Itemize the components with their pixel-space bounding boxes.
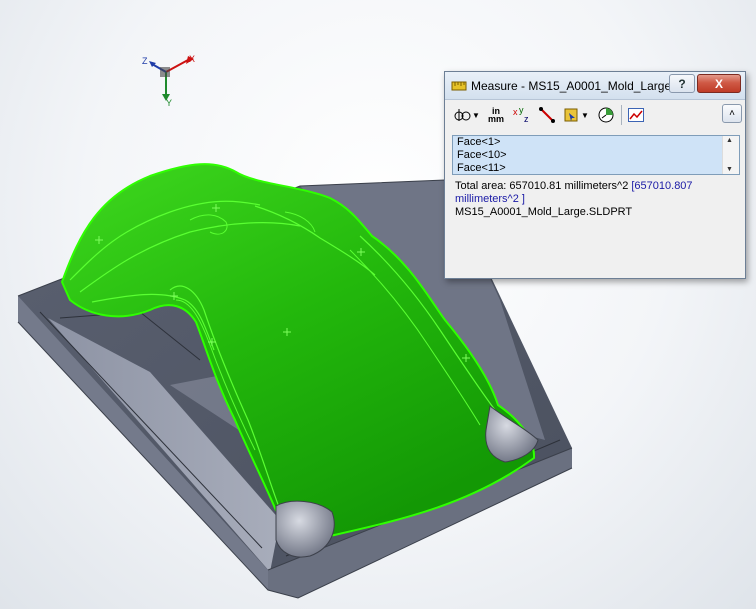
point-to-point-icon [539,107,555,123]
dropdown-arrow-icon: ▼ [472,110,480,120]
dropdown-arrow-icon: ▼ [581,110,589,120]
measure-toolbar: ▼ in mm x y z ▼ ˄ [451,102,742,128]
measure-icon [451,81,467,91]
measure-dialog[interactable]: Measure - MS15_A0001_Mold_Large ? X ▼ in… [444,71,746,279]
scroll-up-icon[interactable]: ▲ [726,137,733,144]
list-item[interactable]: Face<1> [453,136,739,149]
svg-text:z: z [524,114,529,124]
units-mm-label: mm [487,114,504,124]
list-item[interactable]: Face<10> [453,149,739,162]
file-name: MS15_A0001_Mold_Large.SLDPRT [455,206,633,218]
help-button[interactable]: ? [669,74,695,93]
sensor-graph-icon [628,108,644,122]
coordinate-system-icon [564,108,578,122]
arc-measure-icon [454,109,471,121]
close-button[interactable]: X [697,74,741,93]
axis-label-y: Y [166,98,172,108]
list-item[interactable]: Face<11> [453,162,739,174]
history-button[interactable] [595,104,617,126]
point-to-point-button[interactable] [536,104,558,126]
total-area-value: Total area: 657010.81 millimeters^2 [455,180,629,192]
scroll-down-icon[interactable]: ▼ [726,166,733,173]
measure-results: Total area: 657010.81 millimeters^2 [657… [455,180,735,219]
axis-label-x: X [189,54,195,64]
dialog-titlebar[interactable]: Measure - MS15_A0001_Mold_Large ? X [445,72,745,100]
selection-list[interactable]: Face<1> Face<10> Face<11> ▲ ▼ [452,135,740,175]
create-sensor-button[interactable] [625,104,647,126]
collapse-button[interactable]: ˄ [722,104,742,123]
toolbar-separator [621,105,622,125]
xyz-measure-button[interactable]: x y z [511,104,533,126]
svg-text:x: x [513,107,518,117]
dialog-title: Measure - MS15_A0001_Mold_Large [471,79,672,93]
selection-scrollbar[interactable]: ▲ ▼ [722,136,739,174]
axis-label-z: Z [142,56,148,66]
arc-circle-options-button[interactable]: ▼ [453,104,481,126]
coordinate-system-button[interactable]: ▼ [561,104,591,126]
xyz-icon: x y z [513,106,529,124]
units-precision-button[interactable]: in mm [485,104,507,126]
axis-triad: X Y Z [142,54,195,108]
clock-icon [598,107,614,123]
